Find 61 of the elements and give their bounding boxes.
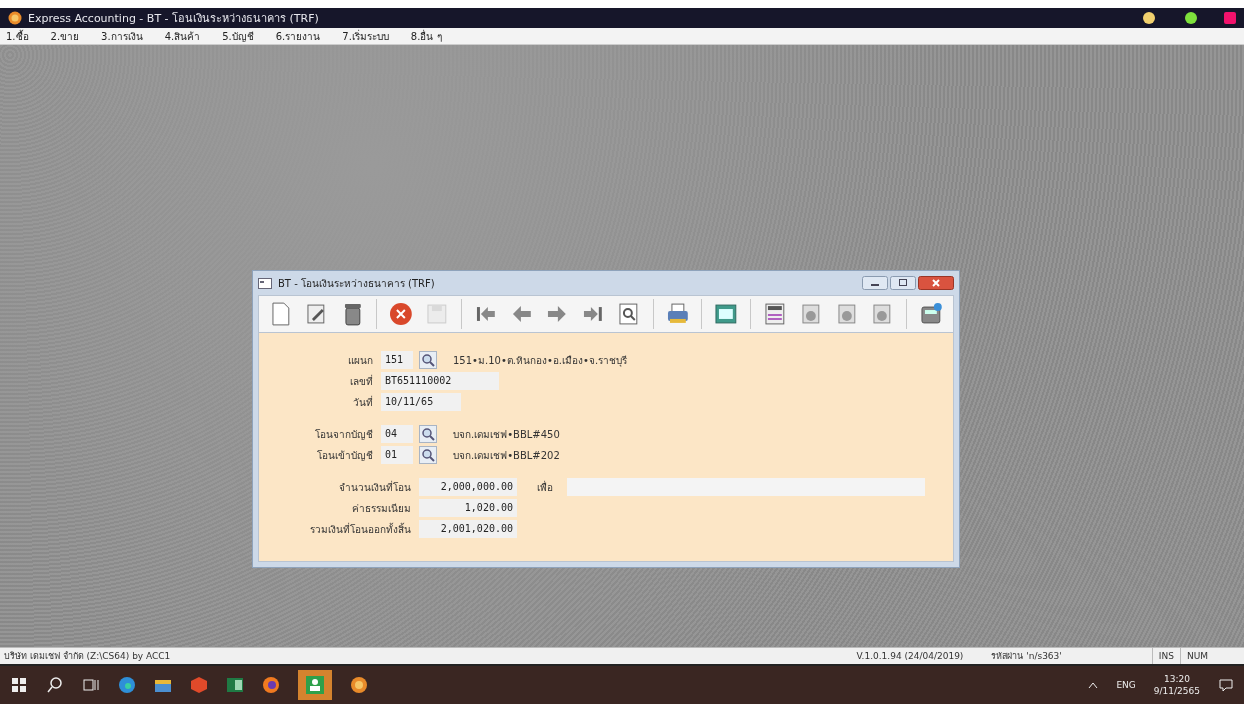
field-label: ค่าธรรมเนียม <box>351 501 411 516</box>
menu-item[interactable]: 8.อื่น ๆ <box>410 28 442 44</box>
menu-item[interactable]: 6.รายงาน <box>275 28 321 44</box>
app-logo-icon <box>8 11 22 25</box>
date-field[interactable]: 10/11/65 <box>381 393 461 411</box>
calculator-icon[interactable] <box>918 301 944 327</box>
field-label: จำนวนเงินที่โอน <box>338 479 411 495</box>
field-label: วันที่ <box>352 394 373 410</box>
caret-up-icon[interactable] <box>1088 681 1099 689</box>
language-indicator[interactable]: ENG <box>1116 680 1136 690</box>
field-label: แผนก <box>347 353 373 368</box>
amount-field[interactable]: 1,020.00 <box>419 499 517 517</box>
password-status: รหัสผ่าน 'n/s363' <box>991 650 1062 663</box>
menu-item[interactable]: 3.การเงิน <box>101 28 143 44</box>
lookup-description: บจก.เดมเชฟ•BBL#450 <box>453 427 560 442</box>
field-label: รวมเงินที่โอนออกทั้งสิ้น <box>309 521 411 537</box>
minimize-dot-icon[interactable] <box>1142 11 1156 25</box>
code-field[interactable]: 151 <box>381 351 413 369</box>
window-title: Express Accounting - BT - โอนเงินระหว่างธนาคาร (TRF) <box>28 11 319 27</box>
field-label: เพื่อ <box>537 479 553 495</box>
person-app-icon[interactable] <box>306 676 324 694</box>
browser-icon[interactable] <box>118 676 136 694</box>
amount-field[interactable]: 2,001,020.00 <box>419 520 517 538</box>
minimize-button-icon[interactable] <box>862 276 888 290</box>
search-button-icon[interactable] <box>419 425 437 443</box>
fox-browser-icon[interactable] <box>262 676 280 694</box>
field-label: โอนเข้าบัญชี <box>316 448 373 463</box>
text-field[interactable] <box>567 478 925 496</box>
windows-start-icon[interactable] <box>10 676 28 694</box>
dialog-title: BT - โอนเงินระหว่างธนาคาร (TRF) <box>278 276 435 291</box>
search-button-icon[interactable] <box>419 351 437 369</box>
code-field[interactable]: 01 <box>381 446 413 464</box>
close-square-icon[interactable] <box>1224 11 1236 25</box>
accounting-app-icon[interactable] <box>350 676 368 694</box>
app-cube-icon[interactable] <box>190 676 208 694</box>
field-label: โอนจากบัญชี <box>314 427 373 442</box>
menu-item[interactable]: 7.เริ่มระบบ <box>342 28 389 44</box>
text-field[interactable]: BT651110002 <box>381 372 499 390</box>
close-button-icon[interactable] <box>918 276 954 290</box>
notification-icon[interactable] <box>1218 677 1234 693</box>
company-status: บริษัท เดมเชฟ จำกัด (Z:\CS64) by ACC1 <box>4 650 171 663</box>
clock-time[interactable]: 13:20 <box>1163 674 1190 684</box>
search-icon[interactable] <box>46 676 64 694</box>
menu-item[interactable]: 4.สินค้า <box>164 28 201 44</box>
spreadsheet-app-icon[interactable] <box>226 676 244 694</box>
field-label: เลขที่ <box>349 373 373 389</box>
code-field[interactable]: 04 <box>381 425 413 443</box>
lookup-description: บจก.เดมเชฟ•BBL#202 <box>453 448 560 463</box>
form-window-icon <box>258 277 272 289</box>
maximize-dot-icon[interactable] <box>1184 11 1198 25</box>
amount-field[interactable]: 2,000,000.00 <box>419 478 517 496</box>
search-button-icon[interactable] <box>419 446 437 464</box>
cancel-icon[interactable] <box>388 301 415 327</box>
menu-item[interactable]: 2.ขาย <box>50 28 80 44</box>
clock-date[interactable]: 9/11/2565 <box>1153 686 1200 696</box>
restore-button-icon[interactable] <box>890 276 916 290</box>
version-status: V.1.0.1.94 (24/04/2019) <box>856 651 964 661</box>
menu-item[interactable]: 1.ซื้อ <box>6 28 29 44</box>
lookup-description: 151•ม.10•ต.หินกอง•อ.เมือง•จ.ราชบุรี <box>453 353 628 368</box>
task-view-icon[interactable] <box>82 676 100 694</box>
menu-item[interactable]: 5.บัญชี <box>222 28 254 44</box>
